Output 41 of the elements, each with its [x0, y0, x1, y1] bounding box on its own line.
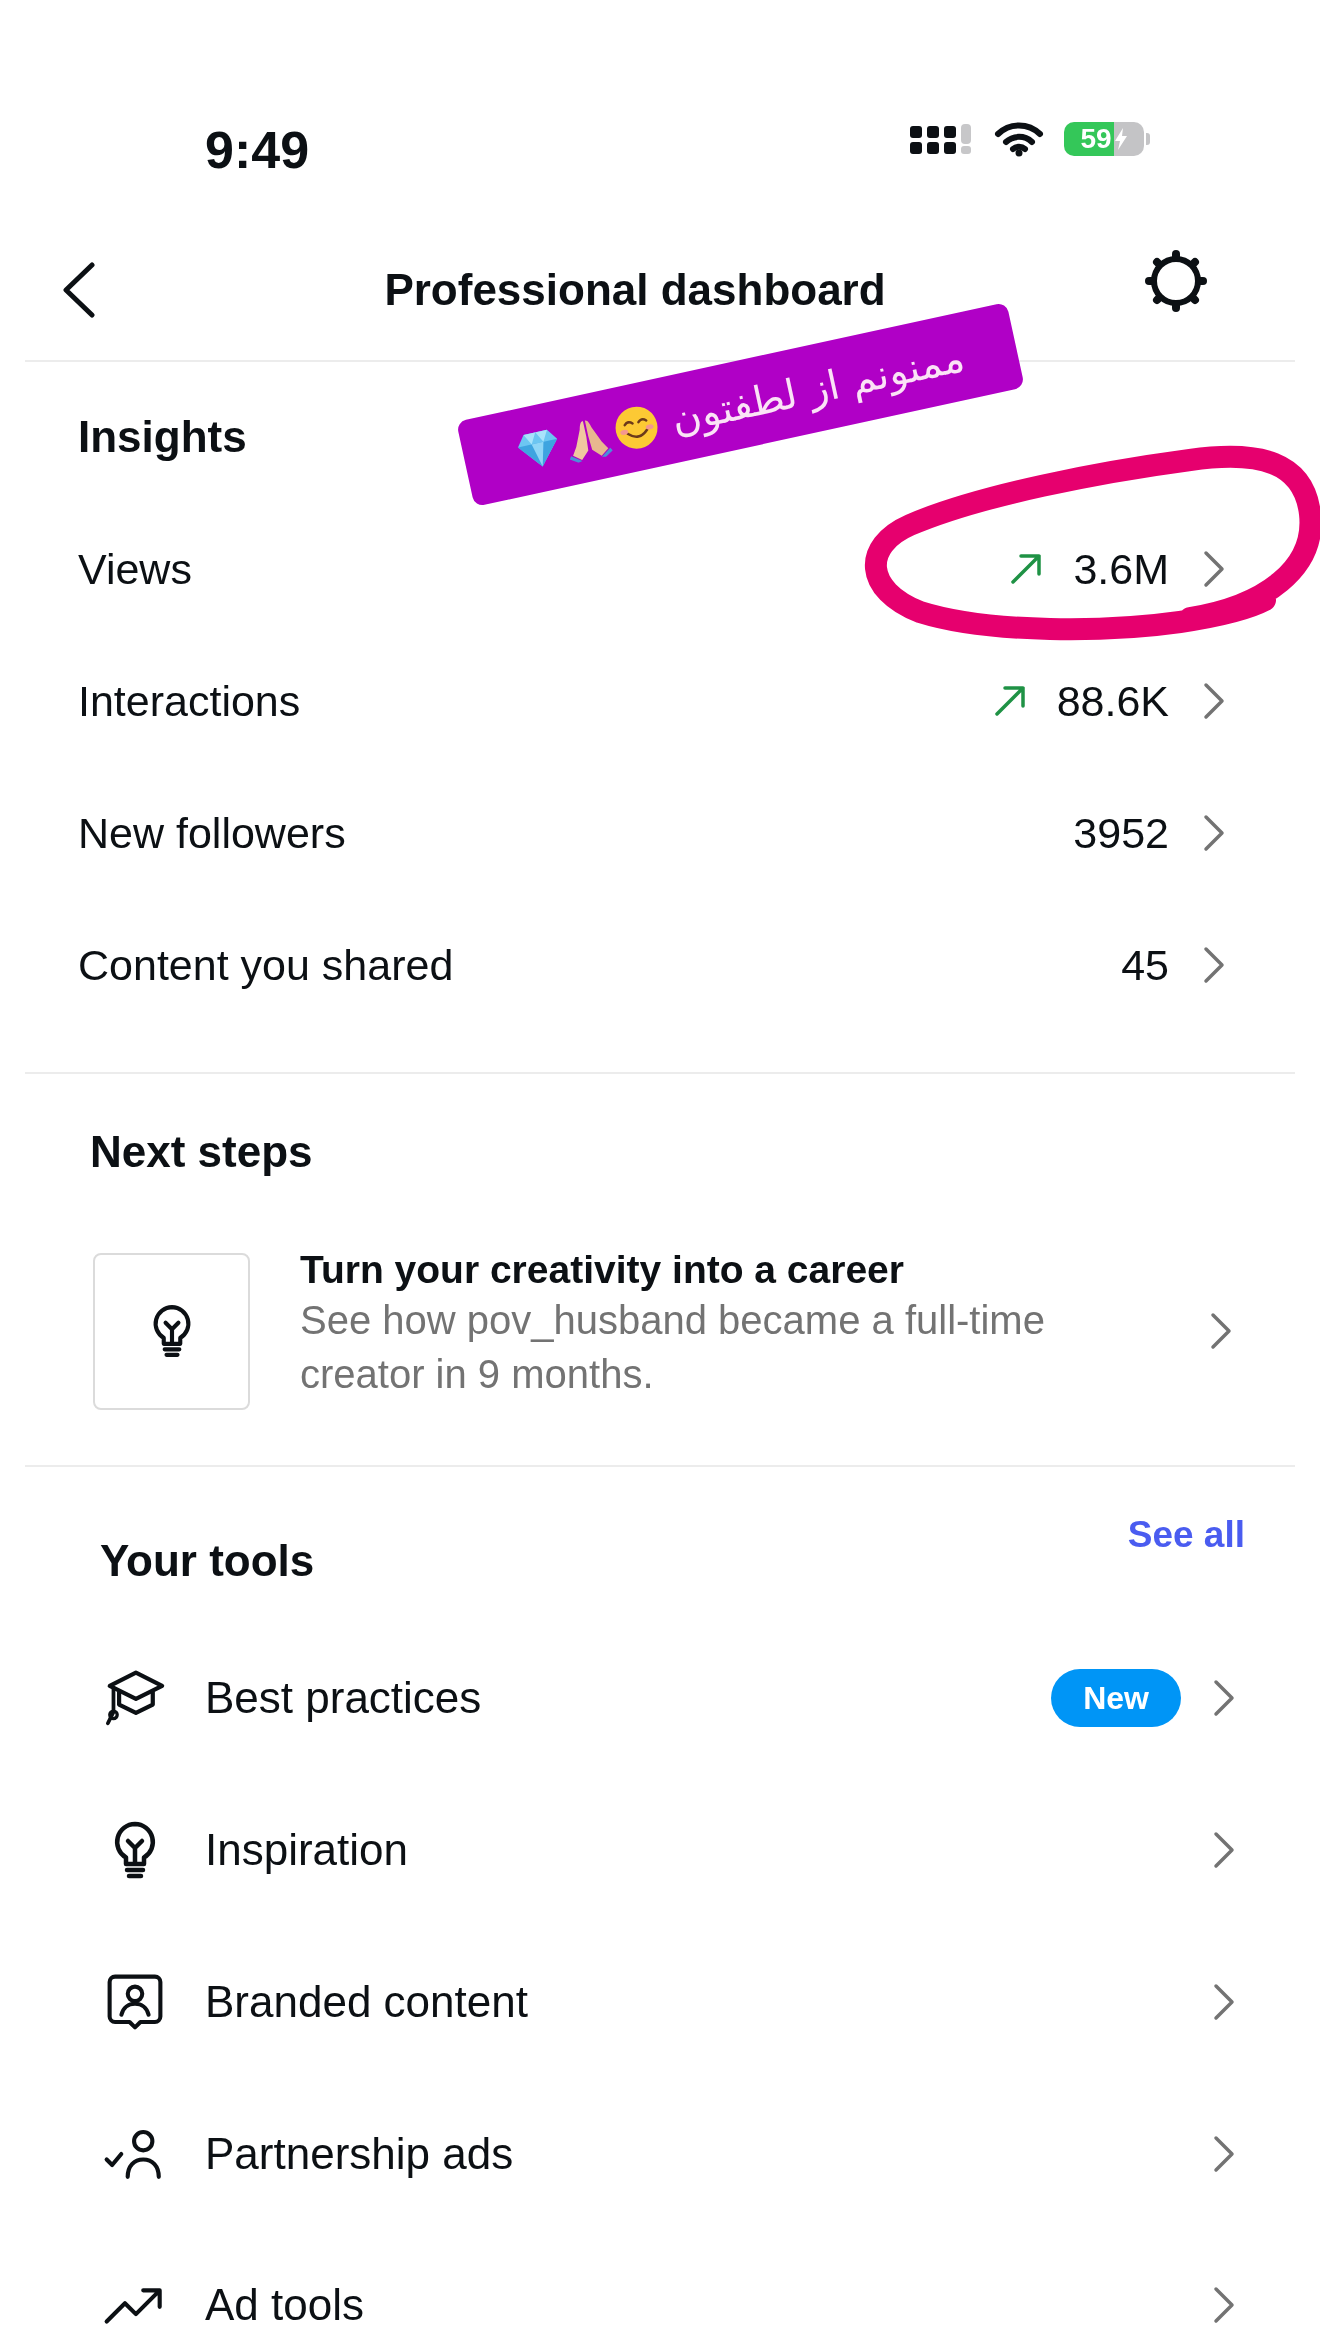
tool-label[interactable]: Ad tools: [205, 2279, 364, 2331]
card-description: See how pov_husband became a full-time creator in 9 months.: [300, 1297, 1046, 1398]
chevron-right-icon: [1203, 682, 1225, 720]
lightbulb-icon: [93, 1252, 250, 1410]
chevron-right-icon: [1213, 1983, 1235, 2021]
tool-label[interactable]: Branded content: [205, 1976, 528, 2028]
chevron-right-icon: [1203, 946, 1225, 984]
see-all-link[interactable]: See all: [1127, 1513, 1245, 1557]
page-title: Professional dashboard: [384, 264, 886, 316]
metric-label[interactable]: Views: [78, 543, 192, 595]
wifi-icon: [994, 121, 1044, 157]
metric-value: 3.6M: [1073, 544, 1169, 595]
settings-icon[interactable]: [1144, 249, 1208, 313]
sticker-text: ممنونم از لطفتون: [666, 332, 970, 444]
new-badge: New: [1051, 1669, 1181, 1727]
card-title[interactable]: Turn your creativity into a career: [300, 1247, 1100, 1293]
back-icon[interactable]: [62, 262, 96, 318]
chevron-right-icon: [1213, 1679, 1235, 1717]
metric-label[interactable]: Content you shared: [78, 939, 454, 991]
metric-value: 45: [1121, 940, 1169, 991]
tool-label[interactable]: Inspiration: [205, 1824, 408, 1876]
section-title: Next steps: [90, 1128, 313, 1176]
section-title: Insights: [78, 413, 247, 461]
metric-label[interactable]: New followers: [78, 807, 346, 859]
signal-icon: [910, 124, 974, 154]
tool-label[interactable]: Partnership ads: [205, 2128, 514, 2180]
chevron-right-icon: [1210, 1312, 1232, 1350]
tool-label[interactable]: Best practices: [205, 1672, 482, 1724]
status-time: 9:49: [205, 120, 310, 180]
chevron-right-icon: [1203, 814, 1225, 852]
chevron-right-icon: [1213, 2286, 1235, 2324]
chevron-right-icon: [1203, 550, 1225, 588]
metric-label[interactable]: Interactions: [78, 675, 301, 727]
graduation-cap-icon: [103, 1669, 167, 1727]
battery-percentage: 59: [1080, 124, 1112, 154]
metric-value: 88.6K: [1056, 676, 1169, 727]
metric-value: 3952: [1073, 808, 1169, 859]
section-title: Your tools: [100, 1537, 315, 1585]
chevron-right-icon: [1213, 1831, 1235, 1869]
charging-bolt-icon: [1113, 128, 1128, 150]
chevron-right-icon: [1213, 2135, 1235, 2173]
